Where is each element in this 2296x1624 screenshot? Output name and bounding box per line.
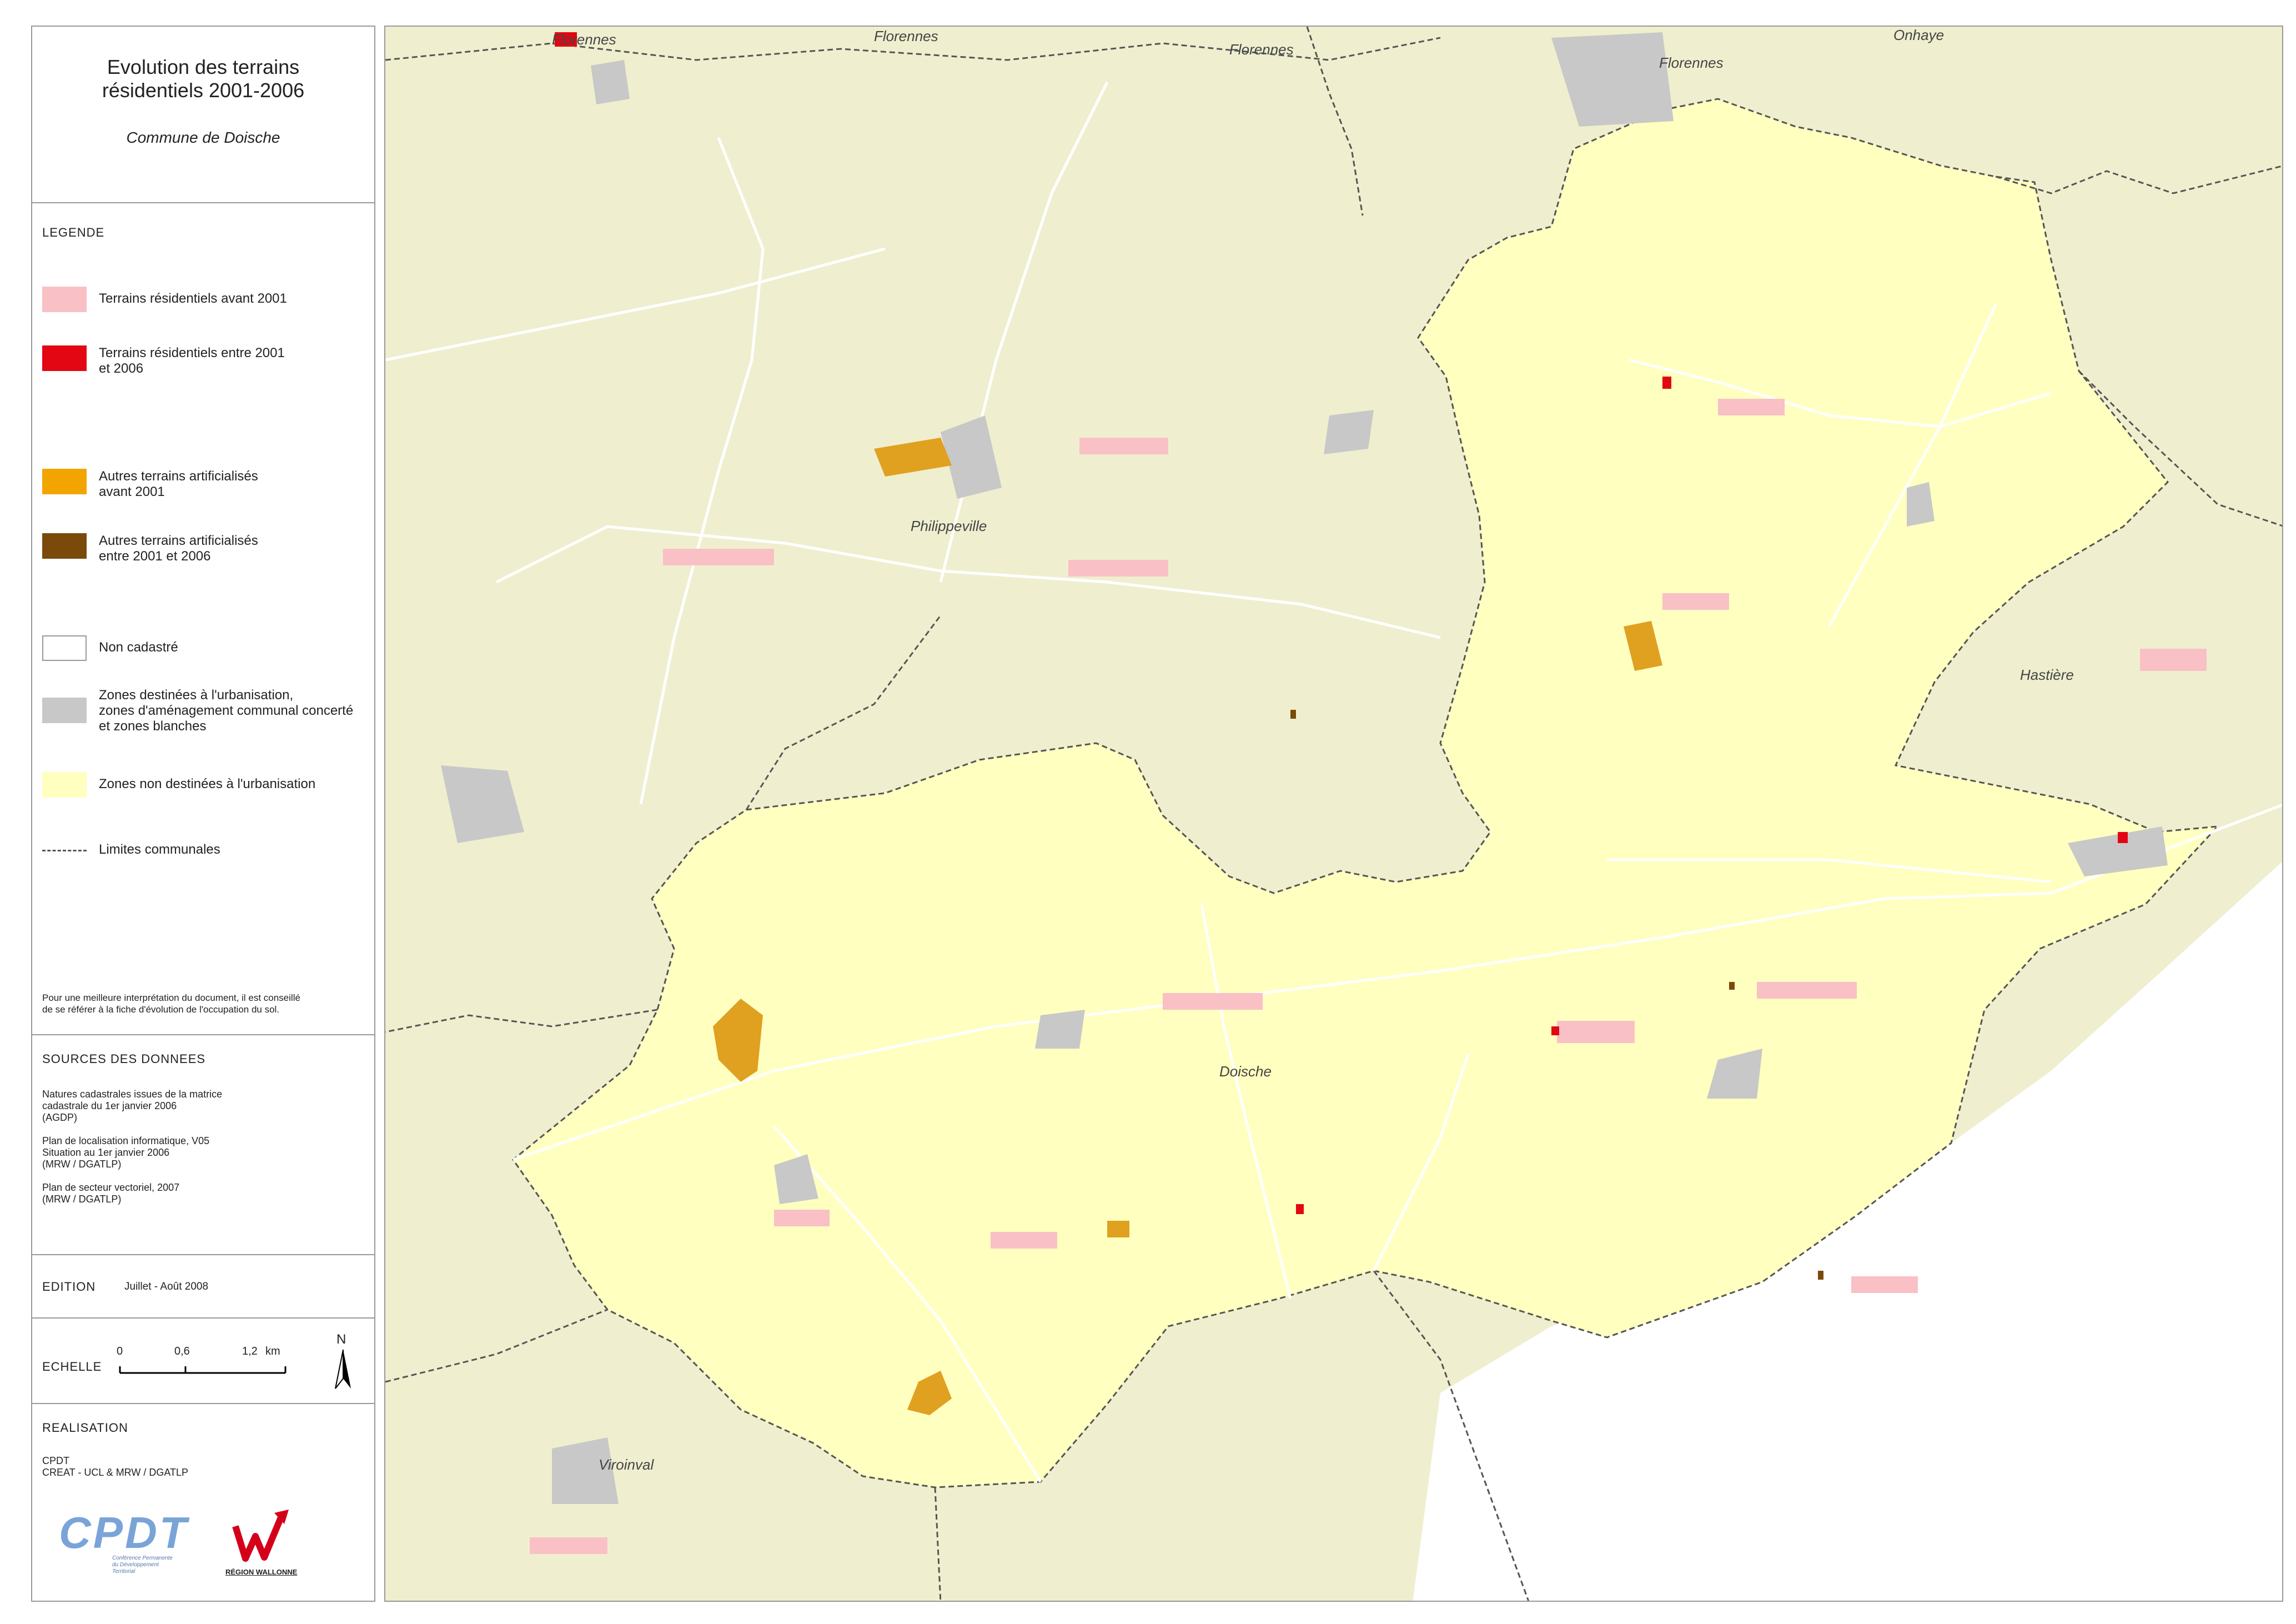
region-wallonne-logo: RÉGION WALLONNE — [223, 1510, 301, 1587]
legend-label: Autres terrains artificialisés entre 200… — [99, 533, 258, 564]
legend-item-non-urban-zones: Zones non destinées à l'urbanisation — [42, 772, 315, 798]
legend-label: Non cadastré — [99, 640, 178, 655]
scale-tick-0: 0 — [117, 1345, 123, 1357]
legend-item-residential-2001-2006: Terrains résidentiels entre 2001 et 2006 — [42, 345, 285, 377]
place-label-florennes-1: Florennes — [552, 31, 616, 48]
legend-swatch — [42, 698, 87, 723]
legend-block: LEGENDE Terrains résidentiels avant 2001… — [32, 203, 374, 1035]
legend-panel: Evolution des terrains résidentiels 2001… — [31, 26, 375, 1602]
cpdt-logo-text: CPDT — [59, 1508, 189, 1557]
legend-note: Pour une meilleure interprétation du doc… — [42, 993, 300, 1015]
legend-heading: LEGENDE — [42, 225, 105, 239]
legend-item-residential-before-2001: Terrains résidentiels avant 2001 — [42, 287, 287, 312]
sources-text: Natures cadastrales issues de la matrice… — [42, 1089, 223, 1205]
legend-swatch — [42, 635, 87, 661]
legend-label: Terrains résidentiels entre 2001 et 2006 — [99, 345, 285, 376]
scale-heading: ECHELLE — [42, 1360, 102, 1374]
sources-heading: SOURCES DES DONNEES — [42, 1052, 206, 1066]
scale-bar — [119, 1366, 287, 1374]
place-label-florennes-3: Florennes — [1229, 41, 1294, 58]
place-label-viroinval: Viroinval — [599, 1456, 654, 1473]
place-label-hastiere: Hastière — [2020, 666, 2074, 683]
legend-swatch — [42, 287, 87, 312]
legend-item-urban-zones: Zones destinées à l'urbanisation, zones … — [42, 688, 353, 734]
region-wallonne-rooster-icon — [232, 1510, 289, 1562]
edition-heading: EDITION — [42, 1280, 96, 1294]
cpdt-logo-subtitle: Conférence Permanente du Développement T… — [112, 1555, 173, 1575]
legend-swatch — [42, 772, 87, 798]
place-label-onhaye: Onhaye — [1893, 27, 1945, 43]
legend-label: Terrains résidentiels avant 2001 — [99, 291, 287, 306]
region-wallonne-label: RÉGION WALLONNE — [225, 1568, 298, 1576]
scale-tick-1: 0,6 — [174, 1345, 190, 1357]
map-canvas[interactable] — [385, 27, 2283, 1602]
realisation-block: REALISATION CPDT CREAT - UCL & MRW / DGA… — [32, 1404, 374, 1603]
legend-label: Zones destinées à l'urbanisation, zones … — [99, 688, 354, 734]
legend-label: Zones non destinées à l'urbanisation — [99, 776, 316, 791]
legend-label: Autres terrains artificialisés avant 200… — [99, 469, 258, 499]
place-label-florennes-2: Florennes — [874, 28, 938, 44]
title-block: Evolution des terrains résidentiels 2001… — [32, 27, 374, 203]
place-label-doische: Doische — [1219, 1063, 1272, 1080]
sources-block: SOURCES DES DONNEES Natures cadastrales … — [32, 1035, 374, 1255]
scale-unit: km — [265, 1345, 280, 1357]
edition-block: EDITION Juillet - Août 2008 — [32, 1255, 374, 1319]
map-frame[interactable]: Florennes Florennes Florennes Florennes … — [384, 26, 2283, 1602]
edition-date: Juillet - Août 2008 — [124, 1281, 209, 1292]
dashed-line-icon — [42, 850, 87, 851]
scale-block: ECHELLE 0 0,6 1,2 km N — [32, 1319, 374, 1404]
legend-label: Limites communales — [99, 842, 220, 857]
realisation-heading: REALISATION — [42, 1421, 128, 1435]
legend-item-communal-limits: Limites communales — [42, 842, 220, 858]
legend-item-artificial-2001-2006: Autres terrains artificialisés entre 200… — [42, 533, 258, 564]
legend-swatch — [42, 533, 87, 559]
realisation-text: CPDT CREAT - UCL & MRW / DGATLP — [42, 1455, 189, 1478]
cpdt-logo: CPDT Conférence Permanente du Développem… — [59, 1507, 192, 1580]
legend-item-artificial-before-2001: Autres terrains artificialisés avant 200… — [42, 469, 258, 500]
map-title: Evolution des terrains résidentiels 2001… — [102, 56, 305, 102]
legend-swatch — [42, 469, 87, 494]
north-label: N — [336, 1332, 346, 1347]
place-label-florennes-4: Florennes — [1659, 54, 1724, 71]
north-arrow-icon — [335, 1350, 351, 1389]
place-label-philippeville: Philippeville — [911, 518, 987, 534]
legend-swatch — [42, 345, 87, 371]
legend-item-non-cadastre: Non cadastré — [42, 635, 178, 661]
scale-tick-2: 1,2 — [242, 1345, 258, 1357]
map-subtitle: Commune de Doische — [126, 129, 280, 146]
